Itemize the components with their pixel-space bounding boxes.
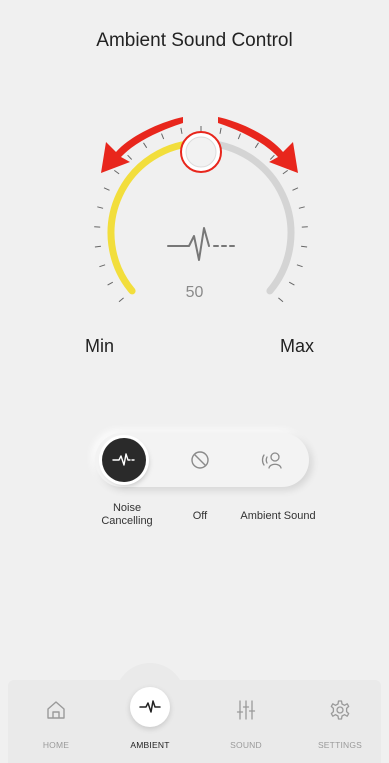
ambient-dial[interactable]	[0, 0, 389, 420]
dial-tick	[237, 133, 241, 140]
dial-tick	[94, 245, 101, 248]
bottom-nav: HOME AMBIENT SOUND SETTINGS	[8, 680, 381, 763]
dial-knob[interactable]	[180, 131, 222, 173]
nav-item-settings[interactable]: SETTINGS	[300, 680, 380, 763]
dial-tick	[99, 264, 106, 268]
waveform-icon	[130, 687, 170, 727]
dial-tick	[127, 154, 133, 160]
dial-tick	[282, 169, 288, 175]
nav-label-sound: SOUND	[230, 740, 262, 750]
nav-label-ambient: AMBIENT	[130, 740, 170, 750]
waveform-icon	[167, 227, 235, 261]
person-sound-icon	[261, 452, 282, 469]
dial-tick	[114, 169, 120, 175]
ambient-sound-label: Ambient Sound	[240, 510, 316, 522]
noise-cancelling-button[interactable]	[102, 438, 146, 482]
equalizer-icon	[234, 698, 258, 722]
nav-label-settings: SETTINGS	[317, 740, 363, 750]
nav-item-home[interactable]: HOME	[16, 680, 96, 763]
ambient-sound-screen: Ambient Sound Control 50 Min Max Noise C…	[0, 0, 389, 763]
off-label: Off	[192, 510, 208, 522]
dial-tick	[219, 127, 222, 134]
home-icon	[44, 698, 68, 722]
max-label: Max	[280, 336, 315, 356]
dial-value: 50	[185, 284, 204, 301]
min-label: Min	[85, 336, 115, 356]
mode-toggle	[95, 433, 309, 487]
dial-tick	[298, 206, 305, 209]
dial-tick	[254, 142, 259, 149]
dial-tick	[97, 206, 104, 209]
prohibited-icon	[191, 451, 209, 469]
noise-cancelling-label: Noise Cancelling	[101, 502, 153, 527]
dial-tick	[292, 187, 299, 191]
nav-item-sound[interactable]: SOUND	[206, 680, 286, 763]
dial-tick	[161, 133, 165, 140]
nav-item-ambient[interactable]: AMBIENT	[110, 680, 190, 763]
nav-label-home: HOME	[42, 740, 70, 750]
ambient-sound-button[interactable]	[250, 438, 294, 482]
dial-tick	[301, 245, 308, 248]
dial-tick	[103, 187, 110, 191]
dial-tick	[180, 127, 183, 134]
gear-icon	[328, 698, 352, 722]
waveform-icon	[112, 453, 135, 466]
dial-tick	[143, 142, 148, 149]
dial-tick	[269, 154, 275, 160]
off-button[interactable]	[178, 438, 222, 482]
dial-tick	[296, 264, 303, 268]
